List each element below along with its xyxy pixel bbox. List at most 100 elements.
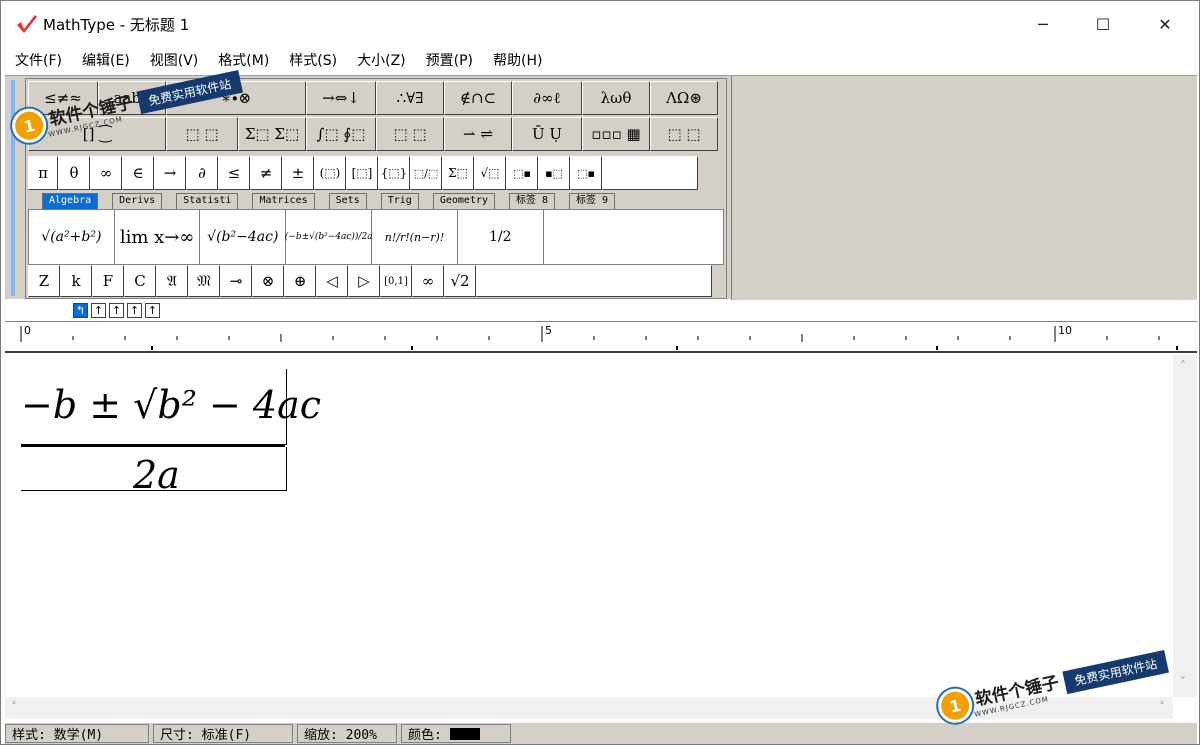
status-size: 尺寸: 标准(F): [153, 724, 293, 743]
nudge-button[interactable]: ↑: [127, 303, 142, 318]
menu-view[interactable]: 视图(V): [142, 50, 207, 70]
ruler[interactable]: 0 5 10: [5, 321, 1197, 353]
tab-statistics[interactable]: Statisti: [176, 193, 239, 209]
right-triangle-button[interactable]: ▷: [348, 265, 380, 297]
less-equal-button[interactable]: ≤: [218, 156, 250, 190]
template-discriminant[interactable]: √(b²−4ac): [200, 210, 287, 264]
equation-numerator[interactable]: −b ± √b² − 4ac: [21, 383, 321, 427]
sqrt-two-button[interactable]: √2: [444, 265, 476, 297]
close-button[interactable]: ✕: [1135, 1, 1195, 47]
tab-matrices[interactable]: Matrices: [252, 193, 315, 209]
integers-symbol-button[interactable]: Z: [28, 265, 60, 297]
fractions-palette-button[interactable]: ⬚ ⬚: [166, 117, 238, 151]
integrals-palette-button[interactable]: ∫⬚ ∮⬚: [306, 117, 376, 151]
tab-trig[interactable]: Trig: [380, 193, 419, 209]
k-symbol-button[interactable]: k: [60, 265, 92, 297]
template-combination[interactable]: n!/r!(n−r)!: [372, 210, 458, 264]
menu-size[interactable]: 大小(Z): [349, 50, 414, 70]
summation-button[interactable]: Σ⬚: [442, 156, 474, 190]
infinity-2-button[interactable]: ∞: [412, 265, 444, 297]
ruler-mark: 0: [24, 324, 31, 337]
template-hypotenuse[interactable]: √(a²+b²): [29, 210, 115, 264]
circled-times-button[interactable]: ⊗: [252, 265, 284, 297]
greek-upper-palette-button[interactable]: ΛΩ⊛: [650, 81, 718, 115]
fraktur-a-button[interactable]: 𝔄: [156, 265, 188, 297]
partial-button[interactable]: ∂: [186, 156, 218, 190]
braces-button[interactable]: {⬚}: [378, 156, 410, 190]
tab-8[interactable]: 标签 8: [508, 193, 556, 209]
scroll-down-icon[interactable]: ˅: [1180, 675, 1186, 689]
mathtype-window: MathType - 无标题 1 ─ ☐ ✕ 文件(F) 编辑(E) 视图(V)…: [0, 0, 1200, 745]
nudge-button[interactable]: ↑: [145, 303, 160, 318]
left-triangle-button[interactable]: ◁: [316, 265, 348, 297]
equation-editor-canvas[interactable]: −b ± √b² − 4ac 2a: [5, 355, 1173, 697]
arrow-button[interactable]: →: [154, 156, 186, 190]
vertical-scrollbar[interactable]: ˄ ˅: [1173, 355, 1197, 697]
tab-geometry[interactable]: Geometry: [432, 193, 495, 209]
status-style: 样式: 数学(M): [5, 724, 149, 743]
menu-file[interactable]: 文件(F): [7, 50, 70, 70]
template-limit[interactable]: lim x→∞: [114, 210, 201, 264]
interval-button[interactable]: [0,1]: [380, 265, 412, 297]
template-half[interactable]: 1/2: [457, 210, 544, 264]
multimap-button[interactable]: ⊸: [220, 265, 252, 297]
fraction-button[interactable]: ⬚/⬚: [410, 156, 442, 190]
scroll-left-icon[interactable]: ˂: [11, 700, 17, 714]
sub-superscript-button[interactable]: ⬚▪: [570, 156, 602, 190]
products-palette-button[interactable]: Ū Ụ: [512, 117, 582, 151]
plus-minus-button[interactable]: ±: [282, 156, 314, 190]
bars-palette-button[interactable]: ⬚ ⬚: [376, 117, 444, 151]
ruler-mark: 10: [1058, 324, 1072, 337]
element-of-button[interactable]: ∈: [122, 156, 154, 190]
scroll-up-icon[interactable]: ˄: [1180, 359, 1186, 373]
fraktur-m-button[interactable]: 𝔐: [188, 265, 220, 297]
palette-tabs: Algebra Derivs Statisti Matrices Sets Tr…: [42, 193, 629, 209]
menu-help[interactable]: 帮助(H): [485, 50, 550, 70]
nudge-bar: ↰ ↑ ↑ ↑ ↑: [73, 303, 163, 320]
nudge-button[interactable]: ↑: [91, 303, 106, 318]
tab-derivs[interactable]: Derivs: [112, 193, 163, 209]
quadratic-formula[interactable]: −b ± √b² − 4ac 2a: [21, 369, 321, 497]
square-root-button[interactable]: √⬚: [474, 156, 506, 190]
equation-denominator[interactable]: 2a: [133, 453, 180, 497]
complex-symbol-button[interactable]: C: [124, 265, 156, 297]
bottom-empty-slot[interactable]: [476, 265, 712, 297]
sets-palette-button[interactable]: ∉∩⊂: [444, 81, 512, 115]
arrows-palette-button[interactable]: →⇔↓: [306, 81, 376, 115]
brackets-button[interactable]: [⬚]: [346, 156, 378, 190]
minimize-button[interactable]: ─: [1013, 1, 1073, 47]
logic-palette-button[interactable]: ∴∀∃: [376, 81, 444, 115]
superscript-button[interactable]: ⬚▪: [506, 156, 538, 190]
empty-slot[interactable]: [602, 156, 698, 190]
maximize-button[interactable]: ☐: [1073, 1, 1133, 47]
menu-style[interactable]: 样式(S): [281, 50, 345, 70]
nudge-button[interactable]: ↑: [109, 303, 124, 318]
boxes-palette-button[interactable]: ⬚ ⬚: [650, 117, 718, 151]
matrices-palette-button[interactable]: ▫▫▫ ▦: [582, 117, 650, 151]
nudge-button[interactable]: ↰: [73, 303, 88, 318]
window-title: MathType - 无标题 1: [43, 16, 190, 34]
misc-palette-button[interactable]: ∂∞ℓ: [512, 81, 582, 115]
subscript-button[interactable]: ▪⬚: [538, 156, 570, 190]
status-zoom: 缩放: 200%: [297, 724, 397, 743]
tab-algebra[interactable]: Algebra: [42, 193, 99, 209]
sums-palette-button[interactable]: Σ⬚ Σ⬚: [238, 117, 306, 151]
status-color-cell: 颜色:: [401, 724, 511, 743]
labeled-arrows-palette-button[interactable]: ⇀ ⇌: [444, 117, 512, 151]
template-empty-slot[interactable]: [543, 210, 723, 264]
circled-plus-button[interactable]: ⊕: [284, 265, 316, 297]
tab-sets[interactable]: Sets: [328, 193, 367, 209]
menu-edit[interactable]: 编辑(E): [74, 50, 138, 70]
theta-button[interactable]: θ: [58, 156, 90, 190]
pi-button[interactable]: π: [28, 156, 58, 190]
tab-9[interactable]: 标签 9: [569, 193, 616, 209]
template-quadratic[interactable]: (−b±√(b²−4ac))/2a: [285, 210, 373, 264]
infinity-button[interactable]: ∞: [90, 156, 122, 190]
parentheses-button[interactable]: (⬚): [314, 156, 346, 190]
menu-preferences[interactable]: 预置(P): [418, 50, 481, 70]
f-symbol-button[interactable]: F: [92, 265, 124, 297]
not-equal-button[interactable]: ≠: [250, 156, 282, 190]
scroll-right-icon[interactable]: ˃: [1159, 700, 1165, 714]
ruler-ticks: [20, 326, 1178, 350]
greek-lower-palette-button[interactable]: λωθ: [582, 81, 650, 115]
